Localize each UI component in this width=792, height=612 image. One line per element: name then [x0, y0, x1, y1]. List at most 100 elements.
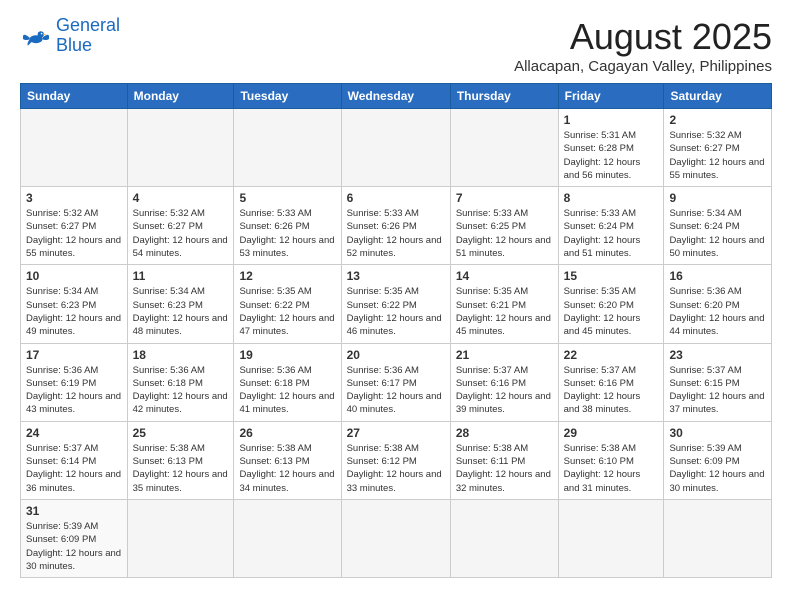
day-info: Sunrise: 5:35 AM Sunset: 6:22 PM Dayligh…	[347, 285, 445, 338]
day-number: 13	[347, 269, 445, 283]
calendar-week-4: 24 Sunrise: 5:37 AM Sunset: 6:14 PM Dayli…	[21, 421, 772, 499]
calendar-cell	[341, 499, 450, 577]
day-info: Sunrise: 5:36 AM Sunset: 6:18 PM Dayligh…	[239, 364, 335, 417]
calendar-week-5: 31 Sunrise: 5:39 AM Sunset: 6:09 PM Dayli…	[21, 499, 772, 577]
calendar-cell	[450, 109, 558, 187]
calendar-cell: 21Sunrise: 5:37 AM Sunset: 6:16 PM Dayli…	[450, 343, 558, 421]
calendar-cell: 3Sunrise: 5:32 AM Sunset: 6:27 PM Daylig…	[21, 187, 128, 265]
calendar-cell: 18Sunrise: 5:36 AM Sunset: 6:18 PM Dayli…	[127, 343, 234, 421]
calendar-week-3: 17Sunrise: 5:36 AM Sunset: 6:19 PM Dayli…	[21, 343, 772, 421]
calendar-cell: 7 Sunrise: 5:33 AM Sunset: 6:25 PM Daylig…	[450, 187, 558, 265]
weekday-header-row: SundayMondayTuesdayWednesdayThursdayFrid…	[21, 84, 772, 109]
calendar-cell	[234, 109, 341, 187]
day-info: Sunrise: 5:37 AM Sunset: 6:16 PM Dayligh…	[564, 364, 659, 417]
day-number: 20	[347, 348, 445, 362]
calendar-cell: 13 Sunrise: 5:35 AM Sunset: 6:22 PM Dayli…	[341, 265, 450, 343]
day-info: Sunrise: 5:33 AM Sunset: 6:26 PM Dayligh…	[239, 207, 335, 260]
day-number: 6	[347, 191, 445, 205]
calendar-cell: 30 Sunrise: 5:39 AM Sunset: 6:09 PM Dayli…	[664, 421, 772, 499]
logo-line1: General	[56, 15, 120, 35]
day-number: 25	[133, 426, 229, 440]
calendar-table: SundayMondayTuesdayWednesdayThursdayFrid…	[20, 83, 772, 578]
calendar-week-1: 3Sunrise: 5:32 AM Sunset: 6:27 PM Daylig…	[21, 187, 772, 265]
calendar-cell	[234, 499, 341, 577]
calendar-cell: 15 Sunrise: 5:35 AM Sunset: 6:20 PM Dayli…	[558, 265, 664, 343]
calendar-cell	[341, 109, 450, 187]
calendar-cell	[127, 109, 234, 187]
day-info: Sunrise: 5:33 AM Sunset: 6:26 PM Dayligh…	[347, 207, 445, 260]
day-number: 30	[669, 426, 766, 440]
logo-text: General Blue	[56, 16, 120, 56]
calendar-cell: 1 Sunrise: 5:31 AM Sunset: 6:28 PM Daylig…	[558, 109, 664, 187]
day-info: Sunrise: 5:31 AM Sunset: 6:28 PM Dayligh…	[564, 129, 659, 182]
day-info: Sunrise: 5:33 AM Sunset: 6:25 PM Dayligh…	[456, 207, 553, 260]
day-info: Sunrise: 5:34 AM Sunset: 6:24 PM Dayligh…	[669, 207, 766, 260]
calendar-cell: 19Sunrise: 5:36 AM Sunset: 6:18 PM Dayli…	[234, 343, 341, 421]
day-number: 14	[456, 269, 553, 283]
day-number: 15	[564, 269, 659, 283]
day-info: Sunrise: 5:39 AM Sunset: 6:09 PM Dayligh…	[26, 520, 122, 573]
calendar-cell: 11 Sunrise: 5:34 AM Sunset: 6:23 PM Dayli…	[127, 265, 234, 343]
calendar-cell: 29Sunrise: 5:38 AM Sunset: 6:10 PM Dayli…	[558, 421, 664, 499]
calendar-cell: 9Sunrise: 5:34 AM Sunset: 6:24 PM Daylig…	[664, 187, 772, 265]
calendar-cell: 25 Sunrise: 5:38 AM Sunset: 6:13 PM Dayli…	[127, 421, 234, 499]
calendar-cell	[21, 109, 128, 187]
calendar-cell: 8Sunrise: 5:33 AM Sunset: 6:24 PM Daylig…	[558, 187, 664, 265]
location-title: Allacapan, Cagayan Valley, Philippines	[514, 58, 772, 75]
weekday-header-saturday: Saturday	[664, 84, 772, 109]
calendar-cell: 6 Sunrise: 5:33 AM Sunset: 6:26 PM Daylig…	[341, 187, 450, 265]
day-number: 17	[26, 348, 122, 362]
calendar-cell: 16Sunrise: 5:36 AM Sunset: 6:20 PM Dayli…	[664, 265, 772, 343]
day-number: 24	[26, 426, 122, 440]
title-area: August 2025 Allacapan, Cagayan Valley, P…	[514, 16, 772, 75]
day-info: Sunrise: 5:38 AM Sunset: 6:13 PM Dayligh…	[239, 442, 335, 495]
day-number: 27	[347, 426, 445, 440]
calendar-cell	[558, 499, 664, 577]
calendar-cell: 4Sunrise: 5:32 AM Sunset: 6:27 PM Daylig…	[127, 187, 234, 265]
calendar-cell	[127, 499, 234, 577]
day-number: 7	[456, 191, 553, 205]
calendar-cell: 14Sunrise: 5:35 AM Sunset: 6:21 PM Dayli…	[450, 265, 558, 343]
day-number: 4	[133, 191, 229, 205]
day-info: Sunrise: 5:35 AM Sunset: 6:20 PM Dayligh…	[564, 285, 659, 338]
weekday-header-friday: Friday	[558, 84, 664, 109]
day-info: Sunrise: 5:37 AM Sunset: 6:14 PM Dayligh…	[26, 442, 122, 495]
day-info: Sunrise: 5:38 AM Sunset: 6:11 PM Dayligh…	[456, 442, 553, 495]
day-number: 31	[26, 504, 122, 518]
day-number: 21	[456, 348, 553, 362]
calendar-cell: 22 Sunrise: 5:37 AM Sunset: 6:16 PM Dayli…	[558, 343, 664, 421]
calendar-cell: 5Sunrise: 5:33 AM Sunset: 6:26 PM Daylig…	[234, 187, 341, 265]
day-info: Sunrise: 5:34 AM Sunset: 6:23 PM Dayligh…	[26, 285, 122, 338]
day-number: 22	[564, 348, 659, 362]
day-info: Sunrise: 5:38 AM Sunset: 6:10 PM Dayligh…	[564, 442, 659, 495]
day-info: Sunrise: 5:36 AM Sunset: 6:18 PM Dayligh…	[133, 364, 229, 417]
day-number: 11	[133, 269, 229, 283]
calendar-cell: 28 Sunrise: 5:38 AM Sunset: 6:11 PM Dayli…	[450, 421, 558, 499]
calendar-cell: 17Sunrise: 5:36 AM Sunset: 6:19 PM Dayli…	[21, 343, 128, 421]
month-title: August 2025	[514, 16, 772, 58]
calendar-cell: 27Sunrise: 5:38 AM Sunset: 6:12 PM Dayli…	[341, 421, 450, 499]
day-number: 23	[669, 348, 766, 362]
day-info: Sunrise: 5:38 AM Sunset: 6:13 PM Dayligh…	[133, 442, 229, 495]
day-number: 1	[564, 113, 659, 127]
day-info: Sunrise: 5:39 AM Sunset: 6:09 PM Dayligh…	[669, 442, 766, 495]
day-number: 3	[26, 191, 122, 205]
weekday-header-wednesday: Wednesday	[341, 84, 450, 109]
day-number: 10	[26, 269, 122, 283]
calendar-cell: 26 Sunrise: 5:38 AM Sunset: 6:13 PM Dayli…	[234, 421, 341, 499]
calendar-cell: 24 Sunrise: 5:37 AM Sunset: 6:14 PM Dayli…	[21, 421, 128, 499]
day-number: 26	[239, 426, 335, 440]
calendar-week-2: 10 Sunrise: 5:34 AM Sunset: 6:23 PM Dayli…	[21, 265, 772, 343]
day-info: Sunrise: 5:36 AM Sunset: 6:20 PM Dayligh…	[669, 285, 766, 338]
day-number: 28	[456, 426, 553, 440]
weekday-header-thursday: Thursday	[450, 84, 558, 109]
calendar-cell	[664, 499, 772, 577]
calendar-week-0: 1 Sunrise: 5:31 AM Sunset: 6:28 PM Daylig…	[21, 109, 772, 187]
weekday-header-sunday: Sunday	[21, 84, 128, 109]
weekday-header-tuesday: Tuesday	[234, 84, 341, 109]
calendar-cell: 23 Sunrise: 5:37 AM Sunset: 6:15 PM Dayli…	[664, 343, 772, 421]
day-info: Sunrise: 5:32 AM Sunset: 6:27 PM Dayligh…	[669, 129, 766, 182]
day-info: Sunrise: 5:37 AM Sunset: 6:15 PM Dayligh…	[669, 364, 766, 417]
day-info: Sunrise: 5:34 AM Sunset: 6:23 PM Dayligh…	[133, 285, 229, 338]
logo: General Blue	[20, 16, 120, 56]
